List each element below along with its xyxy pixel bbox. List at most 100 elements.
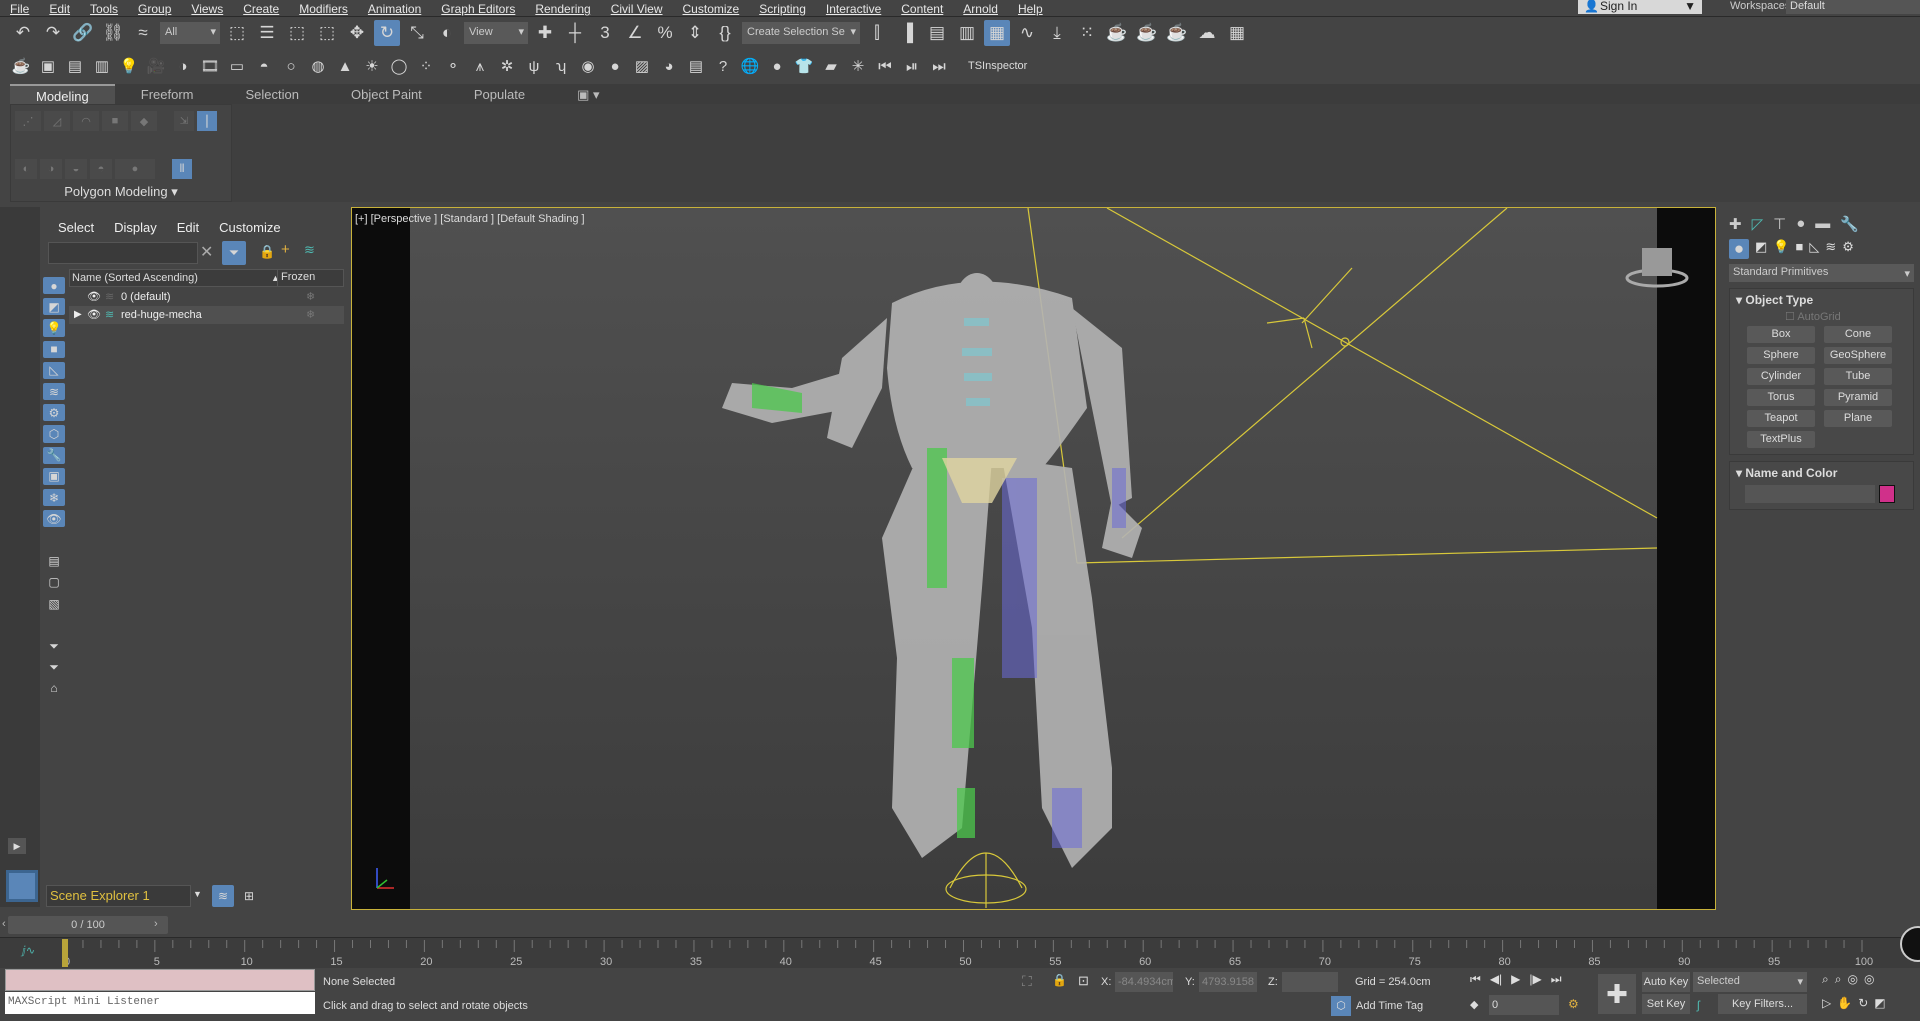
workspace-dropdown[interactable]: Default (1786, 0, 1920, 14)
light-list-icon[interactable]: 💡 (118, 53, 140, 79)
key-mode-dropdown[interactable]: Selected (1693, 972, 1807, 992)
field-of-view-icon[interactable]: ▷ (1822, 996, 1831, 1010)
set-key-button[interactable]: Set Key (1642, 994, 1690, 1014)
menu-help[interactable]: Help (1008, 3, 1053, 15)
scene-filter-icon[interactable] (43, 616, 65, 633)
named-selection-dropdown[interactable]: Create Selection Se (742, 22, 860, 44)
mirror-icon[interactable]: ⫿ (864, 20, 890, 46)
material-editor-icon[interactable]: ⁙ (1074, 20, 1100, 46)
ribbon-toggle-icon[interactable]: ⫴ (172, 159, 192, 179)
column-frozen[interactable]: Frozen (277, 269, 315, 287)
graphite-icon[interactable]: ● (115, 159, 155, 179)
scene-filter-icon[interactable]: 👁 (43, 510, 65, 528)
scene-filter-icon[interactable]: ◺ (43, 361, 65, 380)
edge-icon[interactable]: ◿ (44, 111, 70, 131)
orbit-icon[interactable]: ↻ (1858, 996, 1868, 1010)
spark-icon[interactable]: ✳ (847, 53, 869, 79)
autogrid-checkbox[interactable]: ☐ AutoGrid (1730, 310, 1913, 323)
pan-icon[interactable]: ✋ (1837, 996, 1852, 1010)
hair-icon[interactable]: ʮ (550, 53, 572, 79)
tab-populate[interactable]: Populate (448, 84, 551, 104)
name-and-color-rollout[interactable]: ▾ Name and Color (1730, 466, 1913, 480)
reference-coordinate-dropdown[interactable]: View (464, 22, 528, 44)
menu-edit[interactable]: Edit (39, 3, 80, 15)
scene-filter-icon[interactable]: ▣ (43, 467, 65, 486)
object-name-input[interactable] (1745, 485, 1875, 503)
snap-3d-icon[interactable]: 3 (592, 20, 618, 46)
previous-key-icon[interactable]: ◀| (1490, 972, 1502, 987)
shapes-icon[interactable]: ◩ (1755, 239, 1767, 259)
selection-filter-dropdown[interactable]: All (160, 22, 220, 44)
scale-icon[interactable]: ⤡ (404, 20, 430, 46)
tab-selection[interactable]: Selection (220, 84, 325, 104)
menu-group[interactable]: Group (128, 3, 181, 15)
vertex-icon[interactable]: ⋰ (15, 111, 41, 131)
systems-icon[interactable]: ⚙ (1842, 239, 1854, 259)
film-start-icon[interactable]: ⏮ (874, 53, 896, 79)
sun-icon[interactable]: ☀ (361, 53, 383, 79)
scene-filter-icon[interactable]: 💡 (43, 319, 65, 337)
primitive-box-button[interactable]: Box (1747, 326, 1815, 343)
window-crossing-icon[interactable]: ⬚ (314, 20, 340, 46)
eye-icon[interactable]: 👁 (87, 288, 101, 306)
ribbon-pin-icon[interactable]: ⎮ (197, 111, 217, 131)
next-key-icon[interactable]: |▶ (1529, 972, 1541, 987)
render-target-icon[interactable]: ◕ (658, 53, 680, 79)
object-color-swatch[interactable] (1879, 485, 1895, 503)
plane-icon[interactable]: ▭ (226, 53, 248, 79)
scene-filter-icon[interactable]: ◩ (43, 298, 65, 316)
primitive-cone-button[interactable]: Cone (1824, 326, 1892, 343)
lights-icon[interactable]: 💡 (1773, 239, 1789, 259)
link-icon[interactable]: 🔗 (70, 20, 96, 46)
scene-filter-icon[interactable]: ⏷ (43, 637, 65, 654)
eraser-icon[interactable]: ▰ (820, 53, 842, 79)
hierarchy-icon[interactable]: ⊞ (238, 885, 260, 907)
primitive-textplus-button[interactable]: TextPlus (1747, 431, 1815, 448)
category-dropdown[interactable]: Standard Primitives (1729, 264, 1914, 282)
gear-flake-icon[interactable]: ✲ (496, 53, 518, 79)
unlink-icon[interactable]: ⛓ (100, 20, 126, 46)
shirt-icon[interactable]: 👕 (793, 53, 815, 79)
camera-icon[interactable]: 🎥 (145, 53, 167, 79)
render-cloud-icon[interactable]: ☁ (1194, 20, 1220, 46)
key-filters-button[interactable]: Key Filters... (1718, 994, 1807, 1014)
grass-icon[interactable]: ψ (523, 53, 545, 79)
maxscript-input[interactable]: MAXScript Mini Listener (5, 992, 315, 1014)
help-icon[interactable]: ? (712, 53, 734, 79)
cameras-icon[interactable]: ■ (1795, 239, 1803, 259)
eye-icon[interactable]: 👁 (87, 306, 101, 324)
scene-filter-icon[interactable]: ● (43, 277, 65, 295)
pivot-icon[interactable]: ✚ (532, 20, 558, 46)
sphere-half-icon[interactable]: ◑ (172, 53, 194, 79)
prev-frame-icon[interactable]: ‹ (2, 918, 6, 930)
panel-icon[interactable]: ▤ (64, 53, 86, 79)
primitive-geosphere-button[interactable]: GeoSphere (1824, 347, 1892, 364)
scene-menu-edit[interactable]: Edit (177, 220, 199, 235)
tower-icon[interactable]: ⩚ (469, 53, 491, 79)
menu-civil-view[interactable]: Civil View (601, 3, 673, 15)
orb-icon[interactable]: ○ (280, 53, 302, 79)
scene-menu-customize[interactable]: Customize (219, 220, 280, 235)
scene-explorer-name-dropdown[interactable]: Scene Explorer 1 (46, 885, 191, 907)
add-time-tag-button[interactable]: Add Time Tag (1356, 1000, 1423, 1012)
graphite-icon[interactable]: ◐ (15, 159, 37, 179)
primitive-pyramid-button[interactable]: Pyramid (1824, 389, 1892, 406)
scene-filter-icon[interactable]: ▧ (43, 595, 65, 612)
modify-tab-icon[interactable]: ◸ (1752, 215, 1764, 233)
absolute-mode-icon[interactable]: ⊡ (1078, 973, 1089, 989)
sphere-icon[interactable]: ● (604, 53, 626, 79)
render-frame-icon[interactable]: ▣ (37, 53, 59, 79)
zoom-extents-icon[interactable]: ◎ (1847, 972, 1857, 987)
current-frame-field[interactable]: 0 (1489, 995, 1559, 1015)
material-icon[interactable]: ▨ (631, 53, 653, 79)
render-gallery-icon[interactable]: ▦ (1224, 20, 1250, 46)
menu-file[interactable]: File (0, 3, 39, 15)
motion-tab-icon[interactable]: ● (1796, 215, 1805, 233)
polygon-modeling-dropdown[interactable]: Polygon Modeling ▾ (10, 184, 232, 200)
dome-icon[interactable]: ◓ (253, 53, 275, 79)
table-row[interactable]: 👁 ≋ 0 (default) ❄ (69, 288, 344, 306)
perspective-viewport[interactable] (351, 207, 1716, 910)
set-key-big-icon[interactable]: ✚ (1598, 974, 1636, 1014)
filter-icon[interactable]: ⏷ (222, 241, 246, 265)
basket-icon[interactable]: ◍ (307, 53, 329, 79)
